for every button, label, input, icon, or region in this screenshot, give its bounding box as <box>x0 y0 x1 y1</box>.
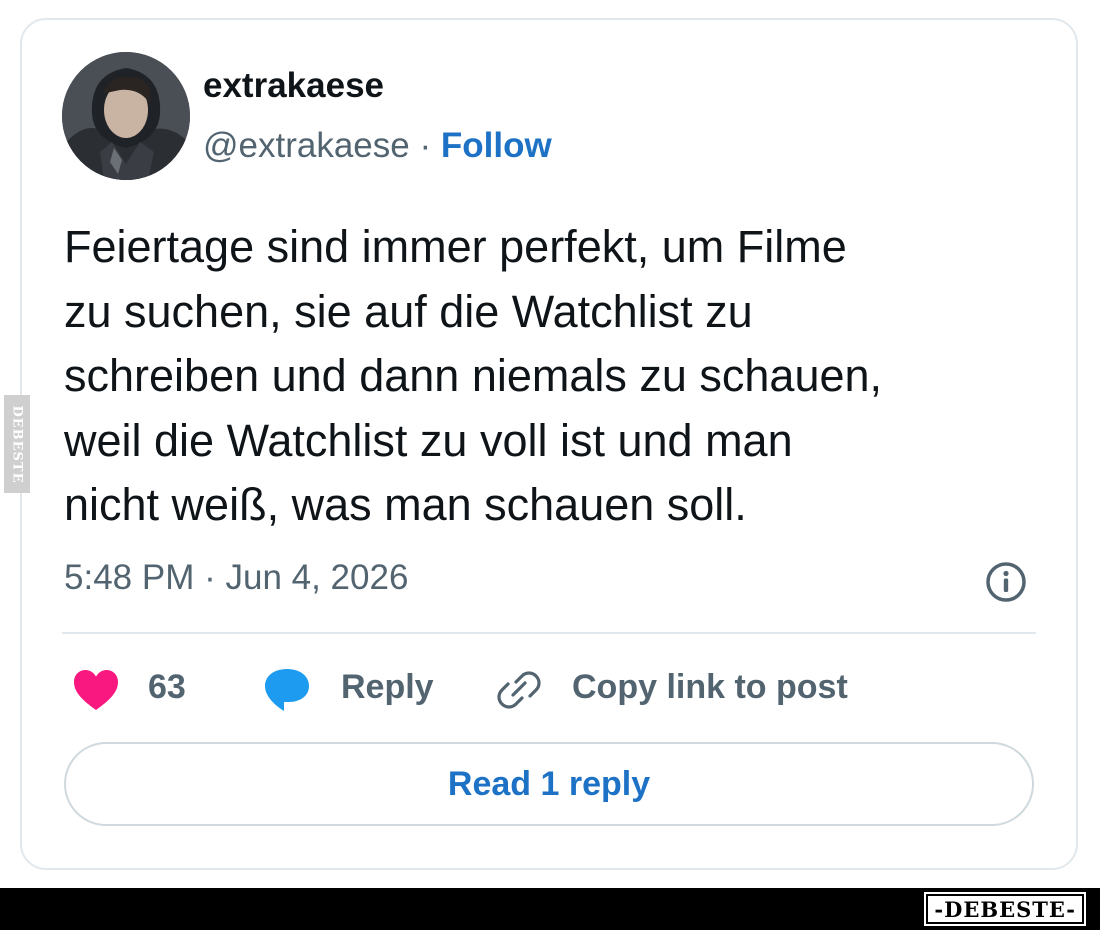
tweet-date: Jun 4, 2026 <box>225 558 409 597</box>
speech-bubble-icon[interactable] <box>262 666 312 714</box>
bottom-bar: -DEBESTE- <box>0 888 1100 930</box>
watermark-text: -DEBESTE- <box>934 896 1076 922</box>
read-reply-button[interactable]: Read 1 reply <box>64 742 1034 826</box>
timestamp-separator: · <box>204 558 216 597</box>
copy-link-button[interactable]: Copy link to post <box>572 668 848 707</box>
reply-button[interactable]: Reply <box>341 668 434 707</box>
read-reply-label: Read 1 reply <box>447 764 651 803</box>
heart-icon[interactable] <box>72 668 120 712</box>
author-handle[interactable]: @extrakaese <box>203 126 410 165</box>
author-display-name[interactable]: extrakaese <box>203 66 384 106</box>
tweet-text-line: weil die Watchlist zu voll ist und man <box>64 414 793 466</box>
tweet-text-line: schreiben und dann niemals zu schauen, <box>64 350 883 401</box>
side-watermark-text: DEBESTE <box>9 404 25 484</box>
action-bar: 63 Reply Copy link to post <box>0 660 1100 720</box>
author-handle-row: @extrakaese · Follow <box>203 126 552 166</box>
tweet-timestamp[interactable]: 5:48 PM · Jun 4, 2026 <box>64 558 408 598</box>
watermark-logo: -DEBESTE- <box>924 892 1086 926</box>
tweet-text-line: zu suchen, sie auf die Watchlist zu <box>64 285 753 337</box>
tweet-text: Feiertage sind immer perfekt, um Filme z… <box>64 215 1054 538</box>
likes-count[interactable]: 63 <box>148 668 186 707</box>
link-icon[interactable] <box>496 668 542 712</box>
divider <box>62 632 1036 634</box>
tweet-text-line: nicht weiß, was man schauen soll. <box>64 479 747 530</box>
avatar[interactable] <box>62 52 190 180</box>
info-icon[interactable] <box>984 560 1028 604</box>
tweet-time: 5:48 PM <box>64 558 195 597</box>
follow-button[interactable]: Follow <box>441 126 552 165</box>
handle-separator: · <box>419 126 432 165</box>
side-watermark: DEBESTE <box>4 395 30 493</box>
tweet-text-line: Feiertage sind immer perfekt, um Filme <box>64 221 847 272</box>
